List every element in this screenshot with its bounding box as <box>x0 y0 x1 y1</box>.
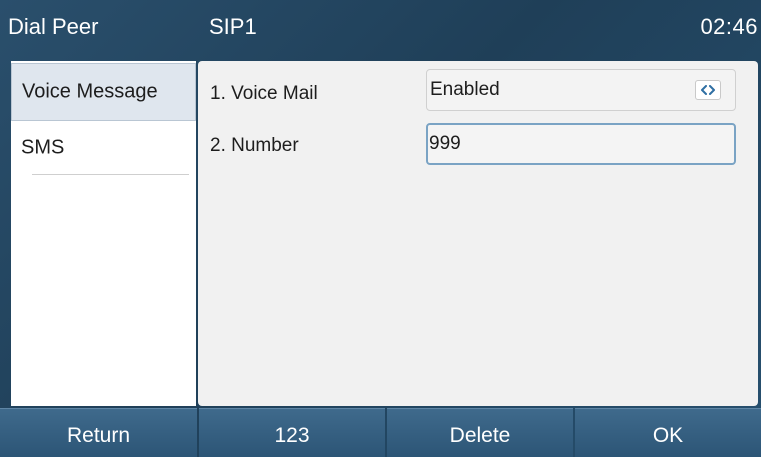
voice-mail-label: 1. Voice Mail <box>210 83 318 104</box>
sidebar-item-sms[interactable]: SMS <box>11 119 196 177</box>
sidebar: Voice Message SMS <box>11 61 196 406</box>
clock: 02:46 <box>700 14 758 39</box>
voice-mail-value: Enabled <box>430 79 500 100</box>
softkey-bar: Return 123 Delete OK <box>0 406 761 457</box>
sidebar-item-label: Voice Message <box>22 80 158 103</box>
page-title: Dial Peer <box>8 14 99 39</box>
divider <box>32 174 189 175</box>
voice-mail-select[interactable]: Enabled <box>426 69 736 111</box>
number-input[interactable] <box>426 123 736 165</box>
ok-button[interactable]: OK <box>575 408 761 457</box>
account-label: SIP1 <box>209 14 257 39</box>
input-mode-button[interactable]: 123 <box>199 408 385 457</box>
phone-screen: Dial Peer SIP1 02:46 Voice Message SMS 1… <box>0 0 761 457</box>
number-label: 2. Number <box>210 135 299 156</box>
delete-label: Delete <box>449 423 511 447</box>
return-button[interactable]: Return <box>0 408 197 457</box>
input-mode-label: 123 <box>274 423 310 447</box>
ok-label: OK <box>652 423 684 447</box>
sidebar-item-voice-message[interactable]: Voice Message <box>11 63 196 121</box>
return-label: Return <box>66 423 131 447</box>
settings-panel: 1. Voice Mail Enabled 2. Number <box>198 61 758 406</box>
sidebar-item-label: SMS <box>21 136 65 159</box>
left-right-switch-icon[interactable] <box>695 80 721 100</box>
delete-button[interactable]: Delete <box>387 408 573 457</box>
title-bar: Dial Peer SIP1 02:46 <box>0 0 761 60</box>
